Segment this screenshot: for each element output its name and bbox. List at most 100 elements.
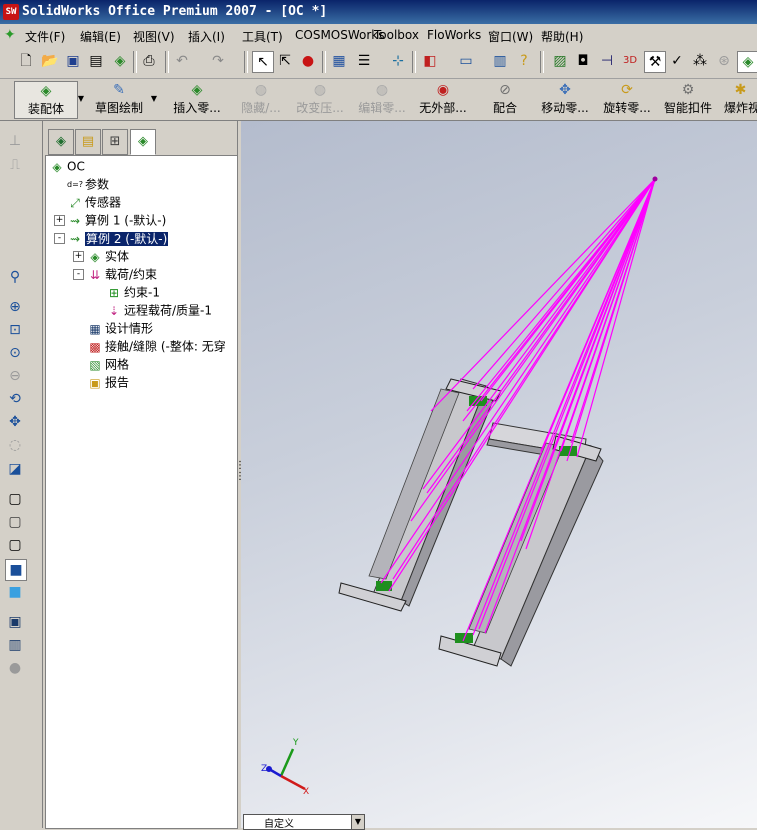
tree-node-mesh[interactable]: ▧ 网格 <box>87 355 129 373</box>
shadows-icon[interactable]: ▣ <box>5 612 25 632</box>
parameters-icon: d=? <box>67 179 84 189</box>
collapse-study-2-toggle[interactable]: - <box>54 233 65 244</box>
chevron-down-icon[interactable]: ▼ <box>351 815 364 829</box>
shaded-with-edges-icon[interactable]: ■ <box>5 559 27 581</box>
display-pane-icon[interactable]: ▭ <box>456 51 476 71</box>
tree-node-label: 约束-1 <box>124 285 160 300</box>
camera-icon[interactable]: ◘ <box>573 51 593 71</box>
menu-floworks[interactable]: FloWorks <box>427 28 481 42</box>
menu-cosmosworks[interactable]: COSMOSWorks <box>295 28 385 42</box>
menu-insert[interactable]: 插入(I) <box>188 28 225 45</box>
standard-views-icon[interactable]: ◪ <box>5 459 25 479</box>
assembly-dropdown-icon[interactable]: ▼ <box>77 89 85 109</box>
help-icon[interactable]: ? <box>514 51 534 71</box>
redo-icon[interactable]: ↷ <box>208 51 228 71</box>
tree-node-loads-restraints[interactable]: ⇊ 载荷/约束 <box>87 265 157 283</box>
rebuild-icon[interactable]: ● <box>298 51 318 71</box>
hide-show-button[interactable]: ◍ 隐藏/... <box>234 81 288 117</box>
hidden-lines-visible-icon[interactable]: ▢ <box>5 512 25 532</box>
expand-study-1-toggle[interactable]: + <box>54 215 65 226</box>
undo-icon[interactable]: ↶ <box>172 51 192 71</box>
edit-component-button[interactable]: ◍ 编辑零... <box>354 81 410 117</box>
open-folder-icon[interactable]: 📂 <box>40 51 60 71</box>
grid-icon[interactable]: ▦ <box>329 51 349 71</box>
graphics-area[interactable]: Y X Z <box>241 121 757 828</box>
menu-toolbox[interactable]: Toolbox <box>374 28 419 42</box>
tab-featuremanager[interactable]: ◈ <box>48 129 74 155</box>
tree-node-report[interactable]: ▣ 报告 <box>87 373 129 391</box>
no-external-refs-button[interactable]: ◉ 无外部... <box>415 81 471 117</box>
tree-node-sensors[interactable]: ⤢ 传感器 <box>67 193 121 211</box>
circuit-icon[interactable]: ⊛ <box>714 51 734 71</box>
print-icon[interactable]: ⎙ <box>139 51 159 71</box>
options-icon[interactable]: ☰ <box>354 51 374 71</box>
component-color-icon[interactable]: ◧ <box>420 51 440 71</box>
tree-node-restraint-1[interactable]: ⊞ 约束-1 <box>106 283 160 301</box>
menu-edit[interactable]: 编辑(E) <box>80 28 121 45</box>
routing-icon[interactable]: ⁂ <box>690 51 710 71</box>
tree-node-design-scenario[interactable]: ▦ 设计情形 <box>87 319 153 337</box>
insert-component-label: 插入零... <box>173 101 221 115</box>
wireframe-icon[interactable]: ▢ <box>5 489 25 509</box>
tree-node-contact[interactable]: ▩ 接触/缝隙 (-整体: 无穿 <box>87 337 225 355</box>
menu-tools[interactable]: 工具(T) <box>242 28 283 45</box>
exploded-view-button[interactable]: ✱ 爆炸视 <box>724 81 757 117</box>
sketch-dropdown-icon[interactable]: ▼ <box>150 89 158 109</box>
tab-propertymanager[interactable]: ▤ <box>75 129 101 155</box>
mate-button[interactable]: ⊘ 配合 <box>490 81 520 117</box>
zoom-to-area-icon[interactable]: ⊡ <box>5 320 25 340</box>
tab-configurationmanager[interactable]: ⊞ <box>102 129 128 155</box>
photoworks-icon[interactable]: ▨ <box>550 51 570 71</box>
new-document-icon[interactable]: 🗋 <box>16 51 36 71</box>
properties-icon[interactable]: ▥ <box>490 51 510 71</box>
assembly-tab[interactable]: ◈ 装配体 <box>14 81 78 119</box>
realview-icon[interactable]: ● <box>5 658 25 678</box>
zoom-to-selection-icon[interactable]: ⊖ <box>5 366 25 386</box>
expand-solids-toggle[interactable]: + <box>73 251 84 262</box>
tab-cosmosworks-manager[interactable]: ◈ <box>130 129 156 155</box>
roll-view-icon[interactable]: ◌ <box>5 435 25 455</box>
selection-filter-icon[interactable]: ⚲ <box>5 267 25 287</box>
sketch-relation-icon[interactable]: ⊥ <box>5 131 25 151</box>
design-scenario-icon: ▦ <box>89 321 101 336</box>
insert-component-button[interactable]: ◈ 插入零... <box>168 81 226 117</box>
solidworks-logo-icon[interactable]: ✦ <box>4 27 20 43</box>
left-rail-part[interactable] <box>338 378 502 612</box>
section-view-left-icon[interactable]: ▥ <box>5 635 25 655</box>
sketch-tab[interactable]: ✎ 草图绘制 <box>88 81 150 117</box>
sketch-line-icon[interactable]: ⎍ <box>5 155 25 175</box>
save-icon[interactable]: ▣ <box>63 51 83 71</box>
menu-file[interactable]: 文件(F) <box>25 28 65 45</box>
tree-node-study-1[interactable]: ⇝ 算例 1 (-默认-) <box>67 211 166 229</box>
menu-view[interactable]: 视图(V) <box>133 28 175 45</box>
toolbox-icon[interactable]: ⚒ <box>644 51 666 73</box>
smart-fasteners-button[interactable]: ⚙ 智能扣件 <box>662 81 714 117</box>
tree-node-parameters[interactable]: d=? 参数 <box>67 175 109 193</box>
menu-help[interactable]: 帮助(H) <box>541 28 583 45</box>
design-checker-icon[interactable]: ✓ <box>667 51 687 71</box>
zoom-in-out-icon[interactable]: ⊙ <box>5 343 25 363</box>
tree-node-root[interactable]: ◈ OC <box>49 157 84 175</box>
tree-node-study-2[interactable]: ⇝ 算例 2 (-默认-) <box>67 229 169 247</box>
collapse-loads-toggle[interactable]: - <box>73 269 84 280</box>
3d-view-icon[interactable]: 3D <box>620 51 640 71</box>
cosmos-icon[interactable]: ◈ <box>737 51 757 73</box>
select-arrow-icon[interactable]: ↖ <box>252 51 274 73</box>
change-suppression-button[interactable]: ◍ 改变压... <box>292 81 348 117</box>
rotate-component-button[interactable]: ⟳ 旋转零... <box>599 81 655 117</box>
section-view-icon[interactable]: ⊣ <box>597 51 617 71</box>
tree-node-remote-load-1[interactable]: ⇣ 远程载荷/质量-1 <box>106 301 212 319</box>
make-drawing-icon[interactable]: ▤ <box>86 51 106 71</box>
shaded-icon[interactable]: ■ <box>5 582 25 602</box>
make-assembly-icon[interactable]: ◈ <box>110 51 130 71</box>
menu-window[interactable]: 窗口(W) <box>488 28 533 45</box>
select-other-icon[interactable]: ⇱ <box>275 51 295 71</box>
snap-icon[interactable]: ⊹ <box>388 51 408 71</box>
move-component-button[interactable]: ✥ 移动零... <box>537 81 593 117</box>
pan-icon[interactable]: ✥ <box>5 412 25 432</box>
solidworks-app-icon[interactable]: SW <box>3 4 19 20</box>
rotate-view-icon[interactable]: ⟲ <box>5 389 25 409</box>
tree-node-solids[interactable]: ◈ 实体 <box>87 247 129 265</box>
hidden-lines-removed-icon[interactable]: ▢ <box>5 535 25 555</box>
zoom-to-fit-icon[interactable]: ⊕ <box>5 297 25 317</box>
